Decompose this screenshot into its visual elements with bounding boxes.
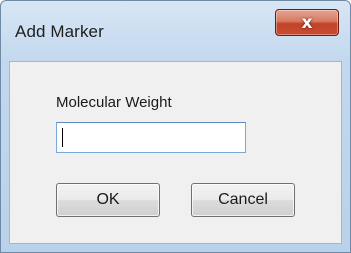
close-icon: x xyxy=(301,12,313,33)
title-bar[interactable]: Add Marker x xyxy=(1,1,350,45)
close-button[interactable]: x xyxy=(275,9,339,36)
window-title: Add Marker xyxy=(15,22,104,41)
cancel-button[interactable]: Cancel xyxy=(191,183,295,217)
add-marker-dialog: Add Marker x Molecular Weight OK Cancel xyxy=(0,0,351,253)
ok-button[interactable]: OK xyxy=(56,183,160,217)
molecular-weight-label: Molecular Weight xyxy=(56,94,172,111)
molecular-weight-input[interactable] xyxy=(56,122,246,153)
dialog-body: Molecular Weight OK Cancel xyxy=(9,61,342,244)
text-caret xyxy=(62,128,63,147)
